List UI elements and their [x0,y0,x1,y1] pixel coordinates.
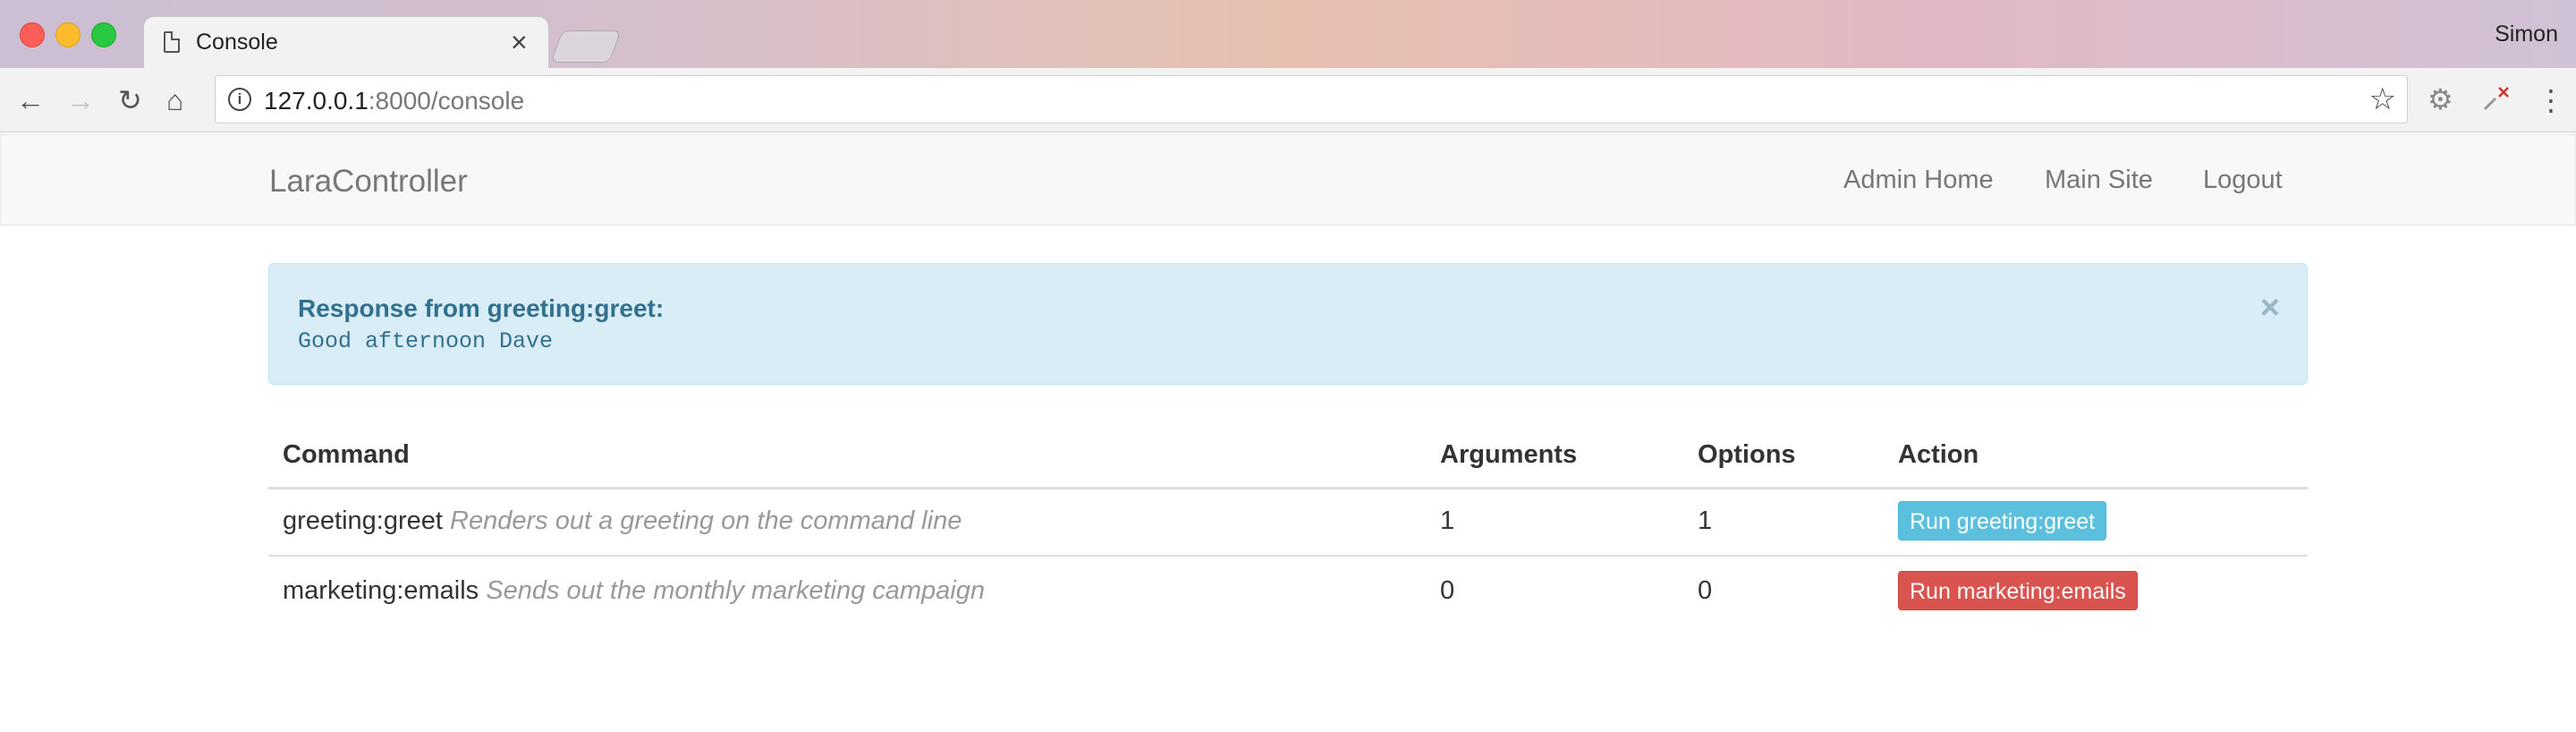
nav-link-admin-home[interactable]: Admin Home [1843,166,1994,195]
alert-message: Good afternoon Dave [298,328,554,354]
document-icon [164,31,180,53]
tab-title: Console [196,30,278,55]
back-arrow-icon[interactable]: ← [16,86,45,115]
header-action: Action [1898,440,1979,469]
command-cell: marketing:emails Sends out the monthly m… [283,576,985,606]
extension-disabled-icon[interactable] [2479,84,2510,120]
disabled-extension-glyph [2483,87,2509,111]
table-row: greeting:greet Renders out a greeting on… [268,489,2308,557]
command-description: Sends out the monthly marketing campaign [486,576,986,605]
kebab-menu-icon[interactable]: ⋮ [2537,86,2565,115]
run-greeting-greet-button[interactable]: Run greeting:greet [1898,501,2107,540]
browser-tab-console[interactable]: Console × [143,16,549,68]
header-options: Options [1698,440,1796,469]
close-icon[interactable]: × [2260,289,2280,328]
tab-close-icon[interactable]: × [511,26,528,58]
header-command: Command [283,440,410,469]
nav-link-logout[interactable]: Logout [2203,166,2283,195]
url-text[interactable]: 127.0.0.1:8000/console [264,87,524,115]
command-description: Renders out a greeting on the command li… [450,506,962,535]
command-name: greeting:greet [283,506,443,535]
minimize-window-button[interactable] [55,22,80,47]
header-arguments: Arguments [1440,440,1578,469]
window-titlebar: Console × Simon [0,0,2576,68]
alert-title: Response from greeting:greet: [298,294,665,322]
nav-link-main-site[interactable]: Main Site [2045,166,2153,195]
extension-gear-icon[interactable]: ⚙ [2428,84,2453,115]
home-icon[interactable]: ⌂ [166,86,183,115]
arguments-cell: 1 [1440,506,1455,535]
command-cell: greeting:greet Renders out a greeting on… [283,506,962,536]
star-icon[interactable]: ☆ [2369,81,2396,117]
new-tab-button[interactable] [550,30,622,63]
brand-link[interactable]: LaraController [269,164,468,200]
forward-arrow-icon[interactable]: → [66,86,95,115]
profile-name[interactable]: Simon [2495,21,2558,47]
command-name: marketing:emails [283,576,479,605]
arguments-cell: 0 [1440,576,1455,605]
table-row: marketing:emails Sends out the monthly m… [268,558,2308,626]
zoom-window-button[interactable] [91,22,116,47]
row-divider [268,555,2308,557]
options-cell: 0 [1698,576,1713,605]
reload-icon[interactable]: ↻ [118,86,142,115]
options-cell: 1 [1698,506,1713,535]
response-alert: Response from greeting:greet: Good after… [268,263,2308,385]
browser-toolbar: ← → ↻ ⌂ i 127.0.0.1:8000/console ☆ ⚙ ⋮ [0,68,2576,132]
close-window-button[interactable] [20,22,45,47]
address-bar[interactable]: i 127.0.0.1:8000/console ☆ [215,75,2408,123]
site-navbar: LaraController Admin Home Main Site Logo… [0,134,2576,226]
run-marketing-emails-button[interactable]: Run marketing:emails [1898,571,2138,610]
info-icon[interactable]: i [228,88,251,111]
